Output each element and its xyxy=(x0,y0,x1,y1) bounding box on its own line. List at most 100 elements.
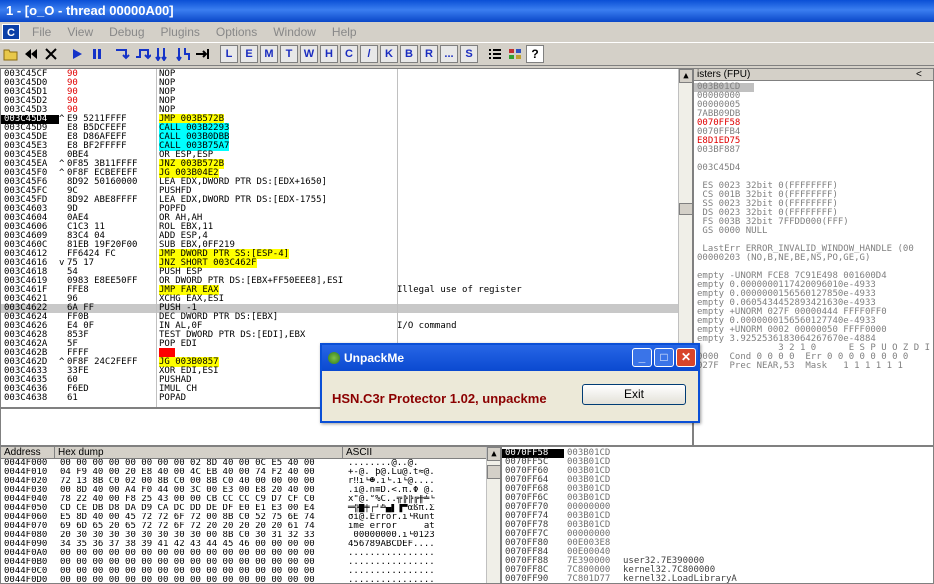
help-icon[interactable]: ? xyxy=(526,45,544,63)
disasm-row[interactable]: 003C461F FFE8 JMP FAR EAX Illegal use of re… xyxy=(1,285,692,295)
open-icon[interactable] xyxy=(2,45,20,63)
dump-row[interactable]: 0044F060 E5 8D 40 00 45 72 72 6F 72 00 8B… xyxy=(1,513,500,522)
disasm-row[interactable]: 003C45F6 8D92 50160000 LEA EDX,DWORD PTR D… xyxy=(1,178,692,187)
dump-row[interactable]: 0044F050 CD CE DB D8 DA D9 CA DC DD DE DF… xyxy=(1,504,500,513)
menu-help[interactable]: Help xyxy=(324,25,365,39)
toolbar-modules-button[interactable]: E xyxy=(240,45,258,63)
register-line[interactable]: 00000203 (NO,B,NE,BE,NS,PO,GE,G) xyxy=(694,254,933,263)
menu-debug[interactable]: Debug xyxy=(101,25,152,39)
exit-button[interactable]: Exit xyxy=(582,384,686,405)
register-line[interactable]: 003C45D4 xyxy=(694,164,933,173)
register-line[interactable]: GS 0000 NULL xyxy=(694,227,933,236)
disasm-row[interactable]: 003C4621 96 XCHG EAX,ESI xyxy=(1,295,692,304)
dump-col-hex[interactable]: Hex dump xyxy=(55,447,343,458)
disasm-row[interactable]: 003C45D1 90 NOP xyxy=(1,88,692,97)
register-line[interactable]: 003BF887 xyxy=(694,146,933,155)
disasm-instruction: POPAD xyxy=(159,393,187,403)
step-over-icon[interactable] xyxy=(134,45,152,63)
toolbar-memory-button[interactable]: M xyxy=(260,45,278,63)
minimize-icon[interactable]: _ xyxy=(632,348,652,367)
toolbar-threads-button[interactable]: T xyxy=(280,45,298,63)
dump-col-ascii[interactable]: ASCII xyxy=(343,447,500,458)
dump-row[interactable]: 0044F0B0 00 00 00 00 00 00 00 00 00 00 00… xyxy=(1,558,500,567)
dump-row[interactable]: 0044F0D0 00 00 00 00 00 00 00 00 00 00 00… xyxy=(1,576,500,583)
restart-icon[interactable] xyxy=(22,45,40,63)
run-icon[interactable] xyxy=(68,45,86,63)
toolbar-source-button[interactable]: S xyxy=(460,45,478,63)
disasm-jump-mark xyxy=(59,394,67,403)
dump-ascii: ........@..@. xyxy=(348,459,419,468)
disasm-row[interactable]: 003C4612 FF6424 FC JMP DWORD PTR SS:[ESP-4… xyxy=(1,249,692,259)
dump-row[interactable]: 0044F000 00 00 00 00 00 00 00 00 02 8D 40… xyxy=(1,459,500,468)
toolbar-windows-button[interactable]: W xyxy=(300,45,318,63)
disasm-hex: 33FE xyxy=(67,366,89,376)
toolbar-runtrace-button[interactable]: ... xyxy=(440,45,458,63)
disasm-row[interactable]: 003C45D0 90 NOP xyxy=(1,79,692,88)
dump-row[interactable]: 0044F040 78 22 40 00 F8 25 43 00 00 CB CC… xyxy=(1,495,500,504)
disasm-row[interactable]: 003C45E3 E8 BF2FFFFF CALL 003B75A7 xyxy=(1,141,692,151)
chevron-left-icon[interactable]: < xyxy=(913,69,933,80)
disasm-jump-mark xyxy=(59,88,67,97)
maximize-icon[interactable]: □ xyxy=(654,348,674,367)
grid-icon[interactable] xyxy=(506,45,524,63)
dump-col-address[interactable]: Address xyxy=(1,447,55,458)
toolbar-log-button[interactable]: L xyxy=(220,45,238,63)
window-title: 1 - [o_O - thread 00000A00] xyxy=(6,3,174,18)
menu-view[interactable]: View xyxy=(59,25,101,39)
toolbar-references-button[interactable]: R xyxy=(420,45,438,63)
menu-window[interactable]: Window xyxy=(265,25,324,39)
toolbar-patches-button[interactable]: / xyxy=(360,45,378,63)
close-icon[interactable] xyxy=(42,45,60,63)
disasm-comment: Illegal use of register xyxy=(397,285,522,295)
disasm-row[interactable]: 003C45CF 90 NOP xyxy=(1,70,692,79)
stack-comment xyxy=(620,458,820,467)
dump-pane[interactable]: Address Hex dump ASCII 0044F000 00 00 00 … xyxy=(0,446,501,584)
scroll-thumb[interactable] xyxy=(679,203,692,215)
dump-scrollbar[interactable]: ▲ xyxy=(486,447,500,583)
disasm-row[interactable]: 003C45D2 90 NOP xyxy=(1,97,692,106)
dump-header: Address Hex dump ASCII xyxy=(1,447,500,459)
dump-row[interactable]: 0044F0C0 00 00 00 00 00 00 00 00 00 00 00… xyxy=(1,567,500,576)
execute-till-return-icon[interactable] xyxy=(194,45,212,63)
disasm-jump-mark xyxy=(59,214,67,223)
dump-row[interactable]: 0044F010 04 F9 40 00 20 E8 40 00 4C EB 40… xyxy=(1,468,500,477)
toolbar-cpu-button[interactable]: C xyxy=(340,45,358,63)
disasm-row[interactable]: 003C4624 FF0B DEC DWORD PTR DS:[EBX] xyxy=(1,313,692,322)
disasm-row[interactable]: 003C4628 853F TEST DWORD PTR DS:[EDI],EBX xyxy=(1,331,692,340)
trace-into-icon[interactable] xyxy=(154,45,172,63)
menu-file[interactable]: File xyxy=(24,25,59,39)
dump-row[interactable]: 0044F090 34 35 36 37 38 39 41 42 43 44 45… xyxy=(1,540,500,549)
stack-pane[interactable]: 0070FF58 003B01CD 0070FF5C 003B01CD 0070FF60… xyxy=(501,446,934,584)
dump-row[interactable]: 0044F080 20 30 30 30 30 30 30 30 30 00 8B… xyxy=(1,531,500,540)
dump-row[interactable]: 0044F020 72 13 8B C0 02 00 8B C0 00 8B C0… xyxy=(1,477,500,486)
pause-icon[interactable] xyxy=(88,45,106,63)
toolbar-handles-button[interactable]: H xyxy=(320,45,338,63)
disasm-comment: I/O command xyxy=(397,321,457,331)
dump-row[interactable]: 0044F070 69 6D 65 20 65 72 72 6F 72 20 20… xyxy=(1,522,500,531)
menu-options[interactable]: Options xyxy=(208,25,265,39)
disasm-row[interactable]: 003C4616 v 75 17 JNZ SHORT 003C462F xyxy=(1,258,692,268)
disasm-row[interactable]: 003C4626 E4 0F IN AL,0F I/O command xyxy=(1,322,692,331)
step-into-icon[interactable] xyxy=(114,45,132,63)
dump-row[interactable]: 0044F030 00 8D 40 00 A4 F0 44 00 3C 00 E3… xyxy=(1,486,500,495)
registers-pane[interactable]: isters (FPU) < 003B01CD 00000000 00000005 7… xyxy=(693,68,934,446)
disasm-row[interactable]: 003C4619 0983 E8EE50FF OR DWORD PTR DS:[EB… xyxy=(1,277,692,286)
dump-ascii: .ì@.ñ≡D.<.π.Φ @. xyxy=(348,486,435,495)
trace-over-icon[interactable] xyxy=(174,45,192,63)
scroll-up-icon[interactable]: ▲ xyxy=(679,69,692,83)
toolbar-callstack-button[interactable]: K xyxy=(380,45,398,63)
app-icon[interactable]: C xyxy=(2,24,20,40)
list-icon[interactable] xyxy=(486,45,504,63)
toolbar-breakpoints-button[interactable]: B xyxy=(400,45,418,63)
register-line[interactable]: 027F Prec NEAR,53 Mask 1 1 1 1 1 1 xyxy=(694,362,933,371)
disasm-row[interactable]: 003C4603 9D POPFD xyxy=(1,205,692,214)
scroll-up-icon[interactable]: ▲ xyxy=(487,447,500,461)
scroll-thumb[interactable] xyxy=(487,465,500,479)
disasm-row[interactable]: 003C4622 6A FF PUSH -1 xyxy=(1,304,692,313)
close-icon[interactable]: ✕ xyxy=(676,348,696,367)
menu-plugins[interactable]: Plugins xyxy=(153,25,208,39)
disasm-row[interactable]: 003C45FD 8D92 ABE8FFFF LEA EDX,DWORD PTR D… xyxy=(1,196,692,205)
dump-row[interactable]: 0044F0A0 00 00 00 00 00 00 00 00 00 00 00… xyxy=(1,549,500,558)
dump-address: 0044F020 xyxy=(4,477,48,486)
stack-row[interactable]: 0070FF90 7C801D77 kernel32.LoadLibraryA xyxy=(502,575,933,584)
